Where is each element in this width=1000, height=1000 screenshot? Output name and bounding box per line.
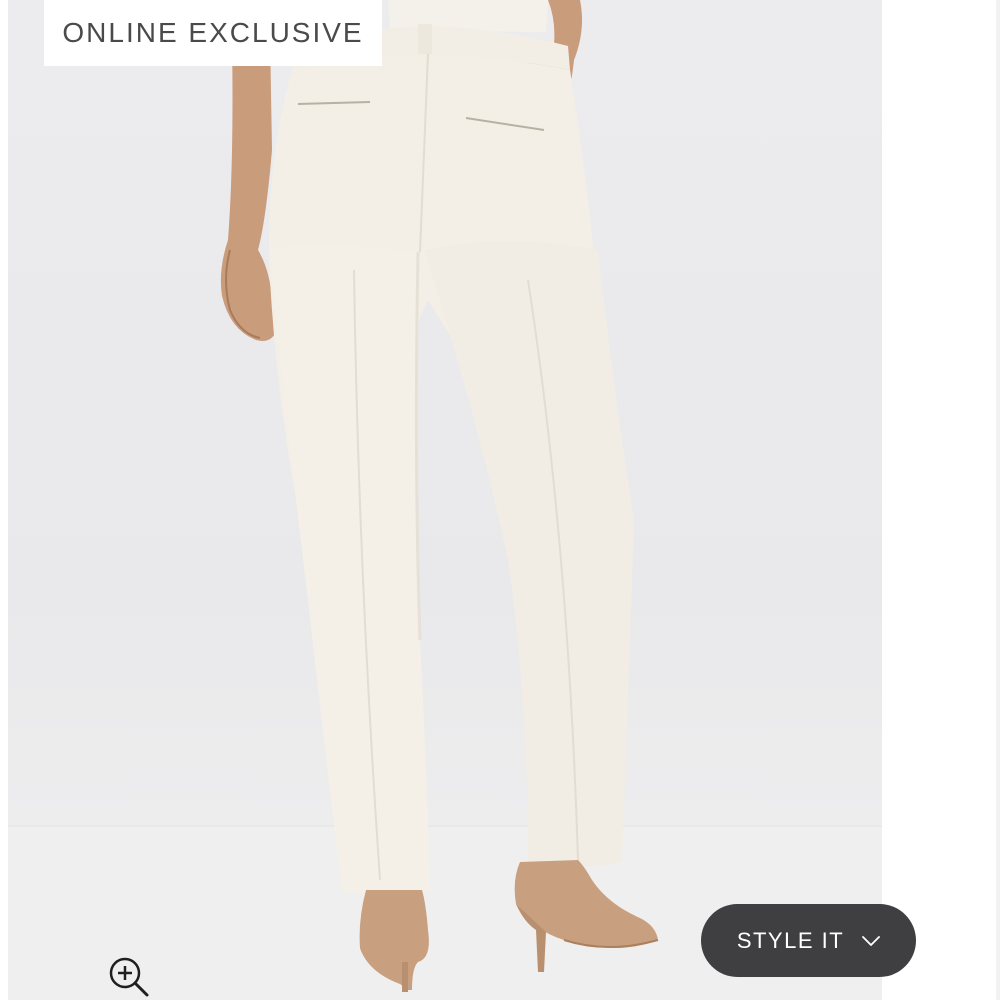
chevron-down-icon [862,935,881,946]
style-it-button[interactable]: STYLE IT [701,904,916,977]
product-gallery: ONLINE EXCLUSIVE STYLE IT [0,0,1000,1000]
badge-label: ONLINE EXCLUSIVE [62,17,364,48]
product-photo [8,0,882,1000]
style-it-label: STYLE IT [736,927,845,953]
right-margin [882,0,1000,1000]
online-exclusive-badge: ONLINE EXCLUSIVE [44,0,382,66]
zoom-in-icon[interactable] [108,956,150,998]
product-image[interactable] [8,0,882,1000]
scroll-edge [996,0,1000,1000]
